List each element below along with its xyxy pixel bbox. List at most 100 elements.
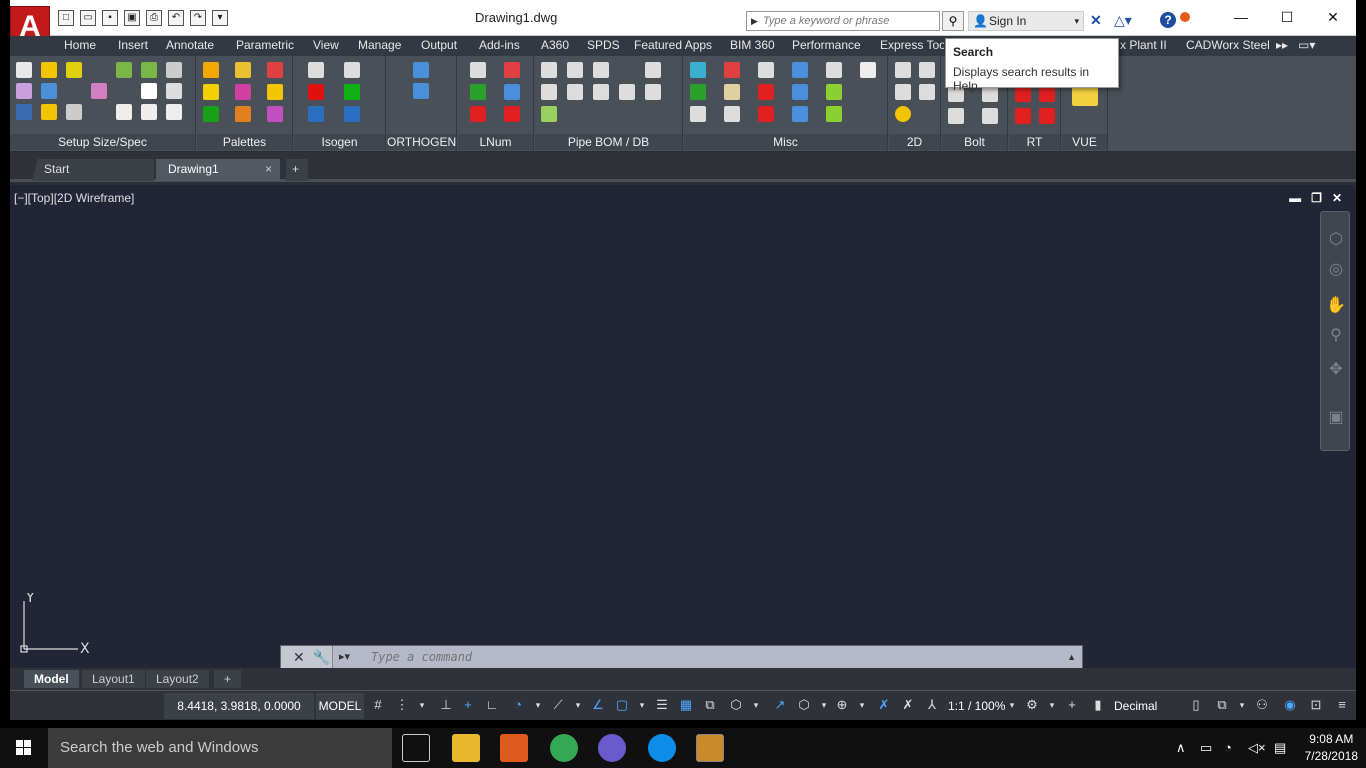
misc-icon-11[interactable]: [724, 106, 740, 122]
2d-icon-4[interactable]: [895, 106, 911, 122]
pipe-icon[interactable]: [141, 83, 157, 99]
rt-icon-4[interactable]: [1039, 108, 1055, 124]
lnum-arrow-icon[interactable]: [470, 106, 486, 122]
hardware-acceleration-icon[interactable]: ◉: [1282, 697, 1298, 713]
sign-in-button[interactable]: 👤 Sign In ▾: [968, 11, 1084, 31]
lock-dropdown-icon[interactable]: ▾: [1234, 697, 1250, 713]
3d-osnap-icon[interactable]: ⬡: [728, 697, 744, 713]
misc-chkp-icon[interactable]: [826, 84, 842, 100]
tab-a360[interactable]: A360: [541, 38, 569, 52]
scale-dropdown-icon[interactable]: ▾: [1004, 697, 1020, 713]
command-history-icon[interactable]: ▲: [1067, 646, 1076, 668]
selection-filter-icon[interactable]: ⬡: [796, 697, 812, 713]
gizmo-dropdown-icon[interactable]: ▾: [854, 697, 870, 713]
viewport-controls-label[interactable]: [−][Top][2D Wireframe]: [14, 191, 134, 205]
customize-wrench-icon[interactable]: 🔧: [313, 649, 330, 665]
db-icon-3[interactable]: [593, 84, 609, 100]
viewport-close-icon[interactable]: ✕: [1332, 191, 1342, 205]
misc-icon-13[interactable]: [792, 106, 808, 122]
tab-performance[interactable]: Performance: [792, 38, 861, 52]
volume-icon[interactable]: ◁×: [1248, 740, 1266, 756]
rt-icon-3[interactable]: [1015, 108, 1031, 124]
grid-icon[interactable]: #: [370, 697, 386, 713]
db-link-icon[interactable]: [541, 106, 557, 122]
isogen-setup-icon[interactable]: [308, 62, 324, 78]
lock-ui-icon[interactable]: ⧉: [1214, 697, 1230, 713]
taskbar-clock[interactable]: 9:08 AM 7/28/2018: [1305, 731, 1358, 765]
add-layout-button[interactable]: +: [214, 670, 242, 688]
misc-icon-3[interactable]: [792, 62, 808, 78]
close-tab-icon[interactable]: ×: [265, 159, 272, 179]
tab-cadworx-steel[interactable]: CADWorx Steel: [1186, 38, 1270, 52]
bom-icon-2[interactable]: [567, 62, 583, 78]
teamviewer-icon[interactable]: [648, 734, 676, 762]
misc-icon-7[interactable]: [724, 84, 740, 100]
windows-start-icon[interactable]: [0, 728, 48, 768]
taskbar-search-input[interactable]: Search the web and Windows: [48, 728, 392, 768]
size-icon[interactable]: [41, 62, 57, 78]
tab-bim360[interactable]: BIM 360: [730, 38, 775, 52]
zoom-icon[interactable]: ⚲: [1326, 326, 1346, 346]
misc-trp-icon[interactable]: [826, 106, 842, 122]
search-expand-icon[interactable]: ▶: [751, 12, 758, 30]
lnum-115-icon[interactable]: [470, 84, 486, 100]
selection-cycling-icon[interactable]: ⧉: [702, 697, 718, 713]
list-icon[interactable]: [166, 104, 182, 120]
lnum-hand-icon[interactable]: [504, 62, 520, 78]
misc-icon-6[interactable]: [690, 84, 706, 100]
annotation-scale-readout[interactable]: 1:1 / 100%: [948, 693, 1010, 719]
customization-icon[interactable]: ≡: [1334, 697, 1350, 713]
lnum-113-icon[interactable]: [504, 106, 520, 122]
task-view-icon[interactable]: [402, 734, 430, 762]
misc-siz-icon[interactable]: [758, 62, 774, 78]
note-icon[interactable]: [66, 104, 82, 120]
ortho-icon[interactable]: ∟: [484, 697, 500, 713]
check-icon[interactable]: [116, 62, 132, 78]
battery-icon[interactable]: ▭: [1200, 740, 1212, 756]
auto-scale-icon[interactable]: ✗: [900, 697, 916, 713]
minimize-icon[interactable]: —: [1218, 0, 1264, 34]
misc-icon-5[interactable]: [860, 62, 876, 78]
pipe-palette-icon[interactable]: [235, 62, 251, 78]
dynamic-input-icon[interactable]: +: [460, 697, 476, 713]
notification-icon[interactable]: ▤: [1274, 740, 1286, 756]
workspace-gear-icon[interactable]: ⚙: [1024, 697, 1040, 713]
tab-insert[interactable]: Insert: [118, 38, 148, 52]
chrome-icon[interactable]: [550, 734, 578, 762]
edit-spec-icon[interactable]: [141, 62, 157, 78]
tab-model[interactable]: Model: [24, 670, 79, 688]
misc-palette-icon[interactable]: [267, 106, 283, 122]
save-as-icon[interactable]: ▣: [124, 10, 140, 26]
orbit-icon[interactable]: ✥: [1326, 360, 1346, 380]
setup-icon[interactable]: [16, 62, 32, 78]
help-search-input[interactable]: ▶ Type a keyword or phrase: [746, 11, 940, 31]
pcf-in-icon[interactable]: [344, 106, 360, 122]
bolt-palette-icon[interactable]: [267, 84, 283, 100]
tab-view[interactable]: View: [313, 38, 339, 52]
tab-spds[interactable]: SPDS: [587, 38, 620, 52]
annotation-monitor-icon[interactable]: +: [1064, 697, 1080, 713]
bom-icon-4[interactable]: [645, 62, 661, 78]
steering-wheel-icon[interactable]: ◎: [1326, 260, 1346, 280]
component-icon[interactable]: [16, 83, 32, 99]
tab-output[interactable]: Output: [421, 38, 457, 52]
flange-palette-icon[interactable]: [267, 62, 283, 78]
model-space-button[interactable]: MODEL: [316, 693, 364, 719]
a360-connect-icon[interactable]: △▾: [1114, 12, 1132, 28]
misc-icon-1[interactable]: [690, 62, 706, 78]
tab-add-ins[interactable]: Add-ins: [479, 38, 520, 52]
line-icon[interactable]: [166, 83, 182, 99]
bolt-icon-4[interactable]: [982, 108, 998, 124]
fitting-icon[interactable]: [41, 83, 57, 99]
misc-icon-2[interactable]: [724, 62, 740, 78]
support-palette-icon[interactable]: [203, 106, 219, 122]
close-icon[interactable]: ✕: [1310, 0, 1356, 34]
isodraft-dropdown-icon[interactable]: ▾: [570, 697, 586, 713]
tab-start[interactable]: Start: [32, 159, 154, 181]
help-icon[interactable]: ?: [1160, 12, 1176, 28]
exchange-apps-icon[interactable]: ✕: [1090, 12, 1102, 28]
quick-properties-icon[interactable]: ▯: [1188, 697, 1204, 713]
annotation-visibility-icon[interactable]: ✗: [876, 697, 892, 713]
db-icon-5[interactable]: [645, 84, 661, 100]
tab-layout1[interactable]: Layout1: [82, 670, 145, 688]
